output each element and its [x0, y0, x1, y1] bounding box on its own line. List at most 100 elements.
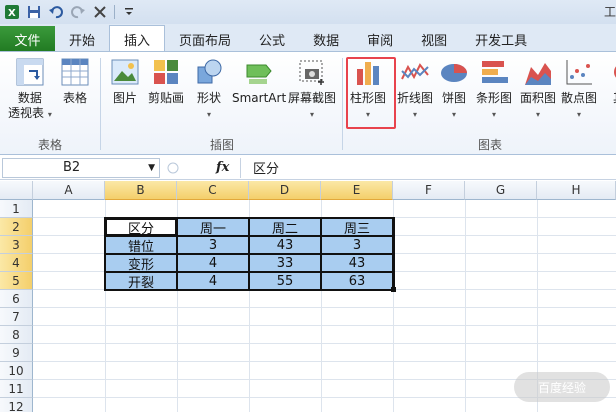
line-chart-label: 折线图 ▾ [397, 91, 434, 119]
shapes-button[interactable]: 形状 ▾ [194, 57, 224, 121]
area-chart-button[interactable]: 面积图 ▾ [520, 57, 556, 121]
group-separator [100, 58, 101, 150]
redo-icon[interactable] [70, 4, 86, 20]
cell-e2[interactable]: 周三 [321, 218, 393, 237]
tab-file[interactable]: 文件 [0, 26, 55, 52]
row-header-3[interactable]: 3 [0, 236, 33, 254]
cell-b3[interactable]: 错位 [105, 236, 177, 255]
ribbon-tabs: 文件 开始 插入 页面布局 公式 数据 审阅 视图 开发工具 [0, 24, 616, 52]
quick-access-toolbar: X 工 [0, 0, 616, 24]
chevron-down-icon[interactable]: ▼ [148, 163, 155, 173]
tab-review[interactable]: 审阅 [353, 26, 407, 52]
name-box[interactable]: B2 ▼ [2, 157, 160, 178]
column-header-c[interactable]: C [177, 181, 249, 200]
cell-c4[interactable]: 4 [177, 254, 249, 272]
fill-handle[interactable] [391, 287, 396, 292]
cell-e4[interactable]: 43 [321, 254, 393, 272]
row-header-6[interactable]: 6 [0, 290, 33, 308]
line-chart-button[interactable]: 折线图 ▾ [397, 57, 433, 121]
gridline [393, 200, 394, 412]
tab-insert[interactable]: 插入 [109, 25, 166, 52]
undo-icon[interactable] [48, 4, 64, 20]
tab-developer[interactable]: 开发工具 [461, 26, 541, 52]
cell-b5[interactable]: 开裂 [105, 272, 177, 291]
gridline [33, 361, 616, 362]
smartart-icon [244, 57, 274, 87]
scatter-chart-label: 散点图 ▾ [561, 91, 598, 119]
pivot-table-button[interactable]: 数据 透视表 ▾ [8, 57, 52, 121]
cell-d3[interactable]: 43 [249, 236, 321, 254]
row-header-10[interactable]: 10 [0, 362, 33, 380]
group-label-tables: 表格 [38, 138, 63, 152]
save-icon[interactable] [26, 4, 42, 20]
scatter-chart-icon [564, 57, 594, 87]
clip-art-label: 剪贴画 [148, 91, 185, 105]
row-header-8[interactable]: 8 [0, 326, 33, 344]
smartart-button[interactable]: SmartArt [232, 57, 286, 106]
row-header-1[interactable]: 1 [0, 200, 33, 218]
row-header-9[interactable]: 9 [0, 344, 33, 362]
scatter-chart-button[interactable]: 散点图 ▾ [561, 57, 597, 121]
column-header-b[interactable]: B [105, 181, 177, 200]
column-header-d[interactable]: D [249, 181, 321, 200]
shapes-icon [194, 57, 224, 87]
tab-view[interactable]: 视图 [407, 26, 461, 52]
clip-art-button[interactable]: 剪贴画 [148, 57, 184, 106]
tab-formulas[interactable]: 公式 [245, 26, 299, 52]
cell-c3[interactable]: 3 [177, 236, 249, 254]
other-chart-icon [604, 57, 616, 87]
row-header-11[interactable]: 11 [0, 380, 33, 398]
pie-chart-label: 饼图 ▾ [441, 91, 466, 119]
cell-b2[interactable]: 区分 [105, 218, 177, 237]
cell-d2[interactable]: 周二 [249, 218, 321, 237]
gridline [33, 325, 616, 326]
cell-d5[interactable]: 55 [249, 272, 321, 290]
column-header-g[interactable]: G [465, 181, 537, 200]
table-button[interactable]: 表格 [60, 57, 90, 106]
column-header-a[interactable]: A [33, 181, 105, 200]
picture-label: 图片 [112, 91, 137, 105]
table-label: 表格 [62, 91, 87, 105]
row-header-7[interactable]: 7 [0, 308, 33, 326]
cell-b4[interactable]: 变形 [105, 254, 177, 273]
picture-icon [110, 57, 140, 87]
insert-function-button[interactable]: fx [216, 160, 229, 175]
cell-e3[interactable]: 3 [321, 236, 393, 254]
area-chart-icon [523, 57, 553, 87]
tab-page-layout[interactable]: 页面布局 [165, 26, 245, 52]
cell-e5[interactable]: 63 [321, 272, 393, 290]
bar-chart-button[interactable]: 条形图 ▾ [476, 57, 512, 121]
pivot-table-icon [15, 57, 45, 87]
excel-logo-icon[interactable]: X [4, 4, 20, 20]
table-icon [60, 57, 90, 87]
screenshot-icon [297, 57, 327, 87]
pie-chart-button[interactable]: 饼图 ▾ [439, 57, 469, 121]
qat-separator [114, 5, 115, 19]
clip-art-icon [151, 57, 181, 87]
cell-c5[interactable]: 4 [177, 272, 249, 290]
svg-text:X: X [8, 8, 16, 19]
row-header-5[interactable]: 5 [0, 272, 33, 290]
column-chart-highlight [346, 57, 396, 129]
picture-button[interactable]: 图片 [110, 57, 140, 106]
other-chart-button[interactable]: 其 [604, 57, 616, 106]
column-header-f[interactable]: F [393, 181, 465, 200]
cell-d4[interactable]: 33 [249, 254, 321, 272]
tab-data[interactable]: 数据 [299, 26, 353, 52]
row-header-12[interactable]: 12 [0, 398, 33, 412]
customize-icon[interactable] [92, 4, 108, 20]
row-header-2[interactable]: 2 [0, 218, 33, 236]
row-header-4[interactable]: 4 [0, 254, 33, 272]
tab-home[interactable]: 开始 [55, 26, 109, 52]
screenshot-button[interactable]: 屏幕截图 ▾ [288, 57, 336, 121]
cell-c2[interactable]: 周一 [177, 218, 249, 237]
name-box-value: B2 [63, 160, 81, 175]
line-chart-icon [400, 57, 430, 87]
column-header-e[interactable]: E [321, 181, 393, 200]
worksheet-grid: A B C D E F G H 1 2 3 4 5 6 7 8 9 10 11 … [0, 181, 616, 412]
column-header-h[interactable]: H [537, 181, 616, 200]
pie-chart-icon [439, 57, 469, 87]
qat-dropdown-icon[interactable] [121, 4, 137, 20]
formula-input[interactable]: 区分 [240, 157, 616, 178]
select-all-corner[interactable] [0, 181, 33, 200]
